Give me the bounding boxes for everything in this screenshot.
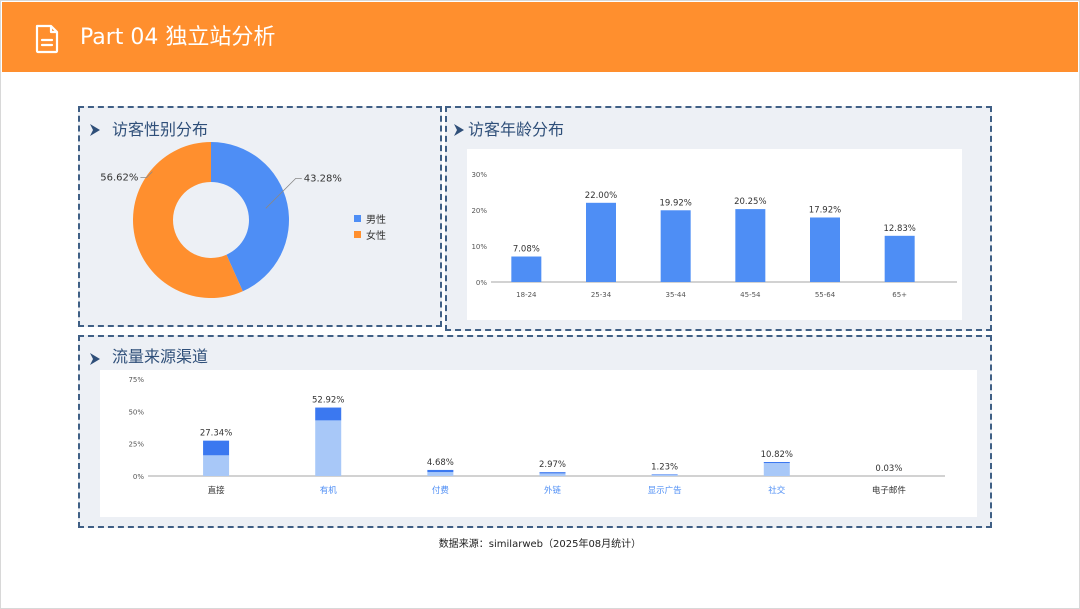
traffic-data-label: 52.92% <box>312 396 344 406</box>
age-data-label: 22.00% <box>585 191 617 201</box>
traffic-bar-upper <box>315 407 342 421</box>
traffic-bar-upper <box>203 440 230 456</box>
age-y-tick: 0% <box>476 279 487 287</box>
traffic-bar-upper <box>539 472 566 474</box>
age-chart-card: 0% 10% 20% 30% 7.08% 18-24 22.00% 25-34 19.92% 35… <box>467 149 962 320</box>
age-data-label: 20.25% <box>734 197 766 207</box>
traffic-x-tick: 社交 <box>768 485 786 496</box>
age-bar <box>735 209 766 282</box>
arrow-icon <box>90 353 100 365</box>
traffic-bar-lower <box>203 455 230 476</box>
traffic-x-tick: 外链 <box>544 485 562 496</box>
legend-label-male: 男性 <box>366 214 386 226</box>
age-bar <box>660 210 691 282</box>
legend-swatch-female <box>354 230 361 238</box>
header-bar: Part 04 独立站分析 <box>2 2 1078 72</box>
age-x-tick: 65+ <box>892 291 907 299</box>
age-y-tick: 30% <box>471 171 487 179</box>
traffic-chart-card: 0% 25% 50% 75% 27.34% 直接 52.92% 有机 4.68% 付费 2.97% 外… <box>100 370 977 517</box>
legend-item-female: 女性 <box>354 226 386 242</box>
legend-item-male: 男性 <box>354 210 386 226</box>
traffic-y-tick: 50% <box>128 408 144 416</box>
age-bar <box>884 235 915 282</box>
age-data-label: 7.08% <box>513 245 540 255</box>
age-title: 访客年龄分布 <box>468 120 565 139</box>
legend-label-female: 女性 <box>366 230 386 242</box>
age-bar <box>586 202 616 282</box>
traffic-x-tick: 显示广告 <box>648 485 682 496</box>
traffic-bar-lower <box>427 472 454 476</box>
page-title: Part 04 独立站分析 <box>80 25 276 50</box>
age-bar <box>810 217 840 282</box>
age-x-tick: 35-44 <box>665 291 686 299</box>
age-bar-chart: 0% 10% 20% 30% 7.08% 18-24 22.00% 25-34 19.92% 35… <box>471 171 957 299</box>
traffic-title: 流量来源渠道 <box>112 347 209 366</box>
traffic-bar-upper <box>763 462 790 464</box>
legend-swatch-male <box>354 214 361 222</box>
traffic-y-tick: 25% <box>128 441 144 449</box>
traffic-y-tick: 0% <box>133 473 144 481</box>
age-y-tick: 20% <box>471 207 487 215</box>
age-panel: 访客年龄分布 0% 10% 20% 30% 7.08% 18-24 22.00% 25-34 1… <box>445 106 992 331</box>
traffic-bar-upper <box>651 474 678 475</box>
traffic-data-label: 10.82% <box>761 450 793 460</box>
traffic-data-label: 27.34% <box>200 429 232 439</box>
traffic-data-label: 4.68% <box>427 458 454 468</box>
age-x-tick: 45-54 <box>740 291 761 299</box>
traffic-bar-lower <box>315 420 342 476</box>
traffic-bar-chart: 0% 25% 50% 75% 27.34% 直接 52.92% 有机 4.68% 付费 2.97% 外… <box>128 376 945 496</box>
document-icon <box>35 24 59 54</box>
age-bar <box>511 256 542 282</box>
traffic-bar-lower <box>763 463 790 476</box>
traffic-data-label: 1.23% <box>651 462 678 472</box>
traffic-data-label: 0.03% <box>875 464 902 474</box>
age-data-label: 17.92% <box>809 205 841 215</box>
donut-label-female: 56.62% <box>100 173 138 184</box>
age-x-tick: 55-64 <box>815 291 836 299</box>
traffic-y-tick: 75% <box>128 376 144 384</box>
age-x-tick: 25-34 <box>591 291 612 299</box>
traffic-x-tick: 付费 <box>432 485 450 496</box>
gender-panel: 访客性别分布 43.28% 56.62% 男性 女性 <box>78 106 442 327</box>
arrow-icon <box>454 124 464 136</box>
age-data-label: 12.83% <box>883 224 915 234</box>
age-data-label: 19.92% <box>659 198 691 208</box>
traffic-x-tick: 直接 <box>208 485 226 496</box>
data-source-note: 数据来源：similarweb（2025年08月统计） <box>438 539 642 550</box>
traffic-bar-lower <box>651 474 678 476</box>
age-x-tick: 18-24 <box>516 291 537 299</box>
traffic-panel: 流量来源渠道 0% 25% 50% 75% 27.34% 直接 52.92% 有机 4.68% 付… <box>78 335 992 528</box>
traffic-bar-lower <box>539 473 566 476</box>
traffic-x-tick: 电子邮件 <box>872 485 907 496</box>
age-y-tick: 10% <box>471 243 487 251</box>
donut-label-male: 43.28% <box>304 173 342 184</box>
traffic-data-label: 2.97% <box>539 460 566 470</box>
gender-donut-chart: 43.28% 56.62% <box>100 142 342 298</box>
traffic-x-tick: 有机 <box>320 485 338 496</box>
gender-legend: 男性 女性 <box>354 210 386 242</box>
traffic-bar-upper <box>427 469 454 473</box>
